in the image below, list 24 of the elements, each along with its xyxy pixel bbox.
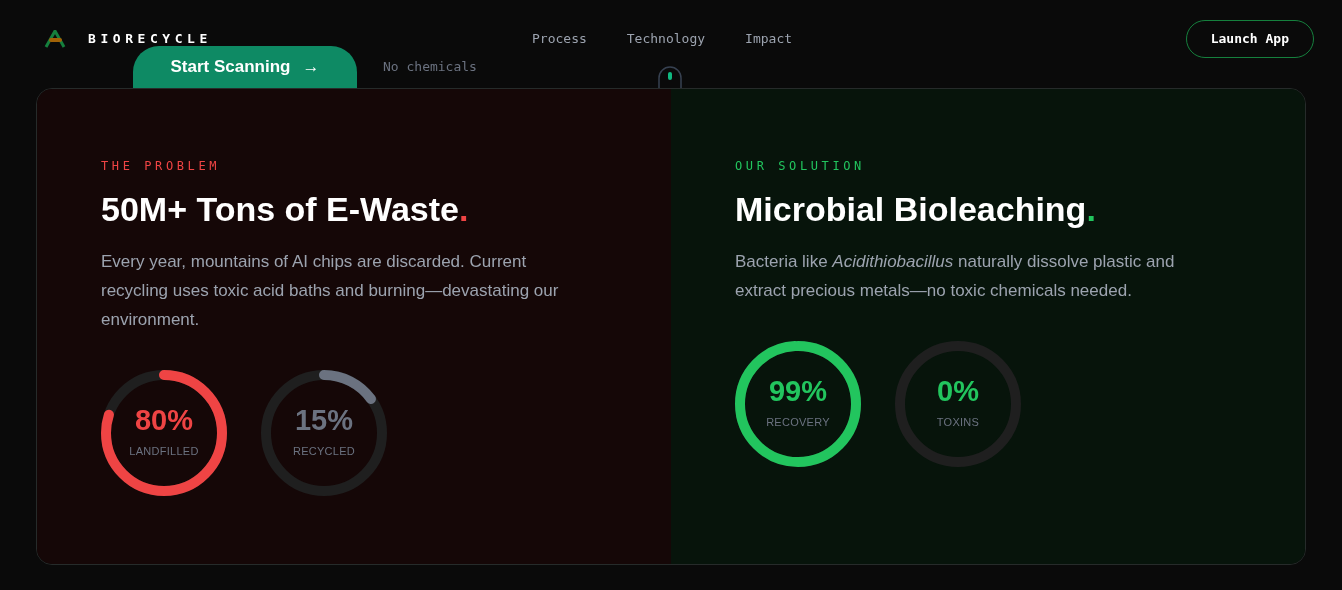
- nav-link[interactable]: Process: [532, 29, 587, 49]
- ring-label: RECYCLED: [292, 444, 356, 460]
- nav-link[interactable]: Technology: [626, 29, 706, 49]
- ring-label: TOXINS: [936, 415, 980, 431]
- nav-link[interactable]: Impact: [745, 29, 793, 49]
- eyebrow-label: THE PROBLEM: [101, 158, 222, 175]
- panel-body: Every year, mountains of AI chips are discarded. Current recycling uses toxic acid baths and burning—devastating our environment.: [101, 251, 560, 331]
- ring-value: 15%: [294, 406, 353, 436]
- brand-name: BIORECYCLE: [88, 30, 212, 49]
- mouse-icon: [657, 66, 682, 88]
- ring-value: 99%: [768, 377, 827, 407]
- panel-title: 50M+ Tons of E-Waste: [101, 190, 459, 228]
- ring-label: RECOVERY: [766, 415, 830, 431]
- start-scanning-button[interactable]: Start Scanning →: [133, 46, 357, 88]
- ring-value: 0%: [937, 377, 979, 407]
- title-dot: .: [1086, 190, 1096, 228]
- logo-icon: [44, 30, 66, 48]
- tagline: No chemicals: [383, 57, 477, 76]
- title-dot: .: [459, 190, 469, 228]
- eyebrow-label: OUR SOLUTION: [735, 158, 866, 175]
- ring-value: 80%: [134, 406, 193, 436]
- panel-title: Microbial Bioleaching: [735, 190, 1087, 228]
- ring-label: LANDFILLED: [129, 444, 199, 460]
- panel-body: Bacteria like Acidithiobacillus naturally dissolve plastic and extract precious metals—no toxic chemicals needed.: [735, 251, 1176, 302]
